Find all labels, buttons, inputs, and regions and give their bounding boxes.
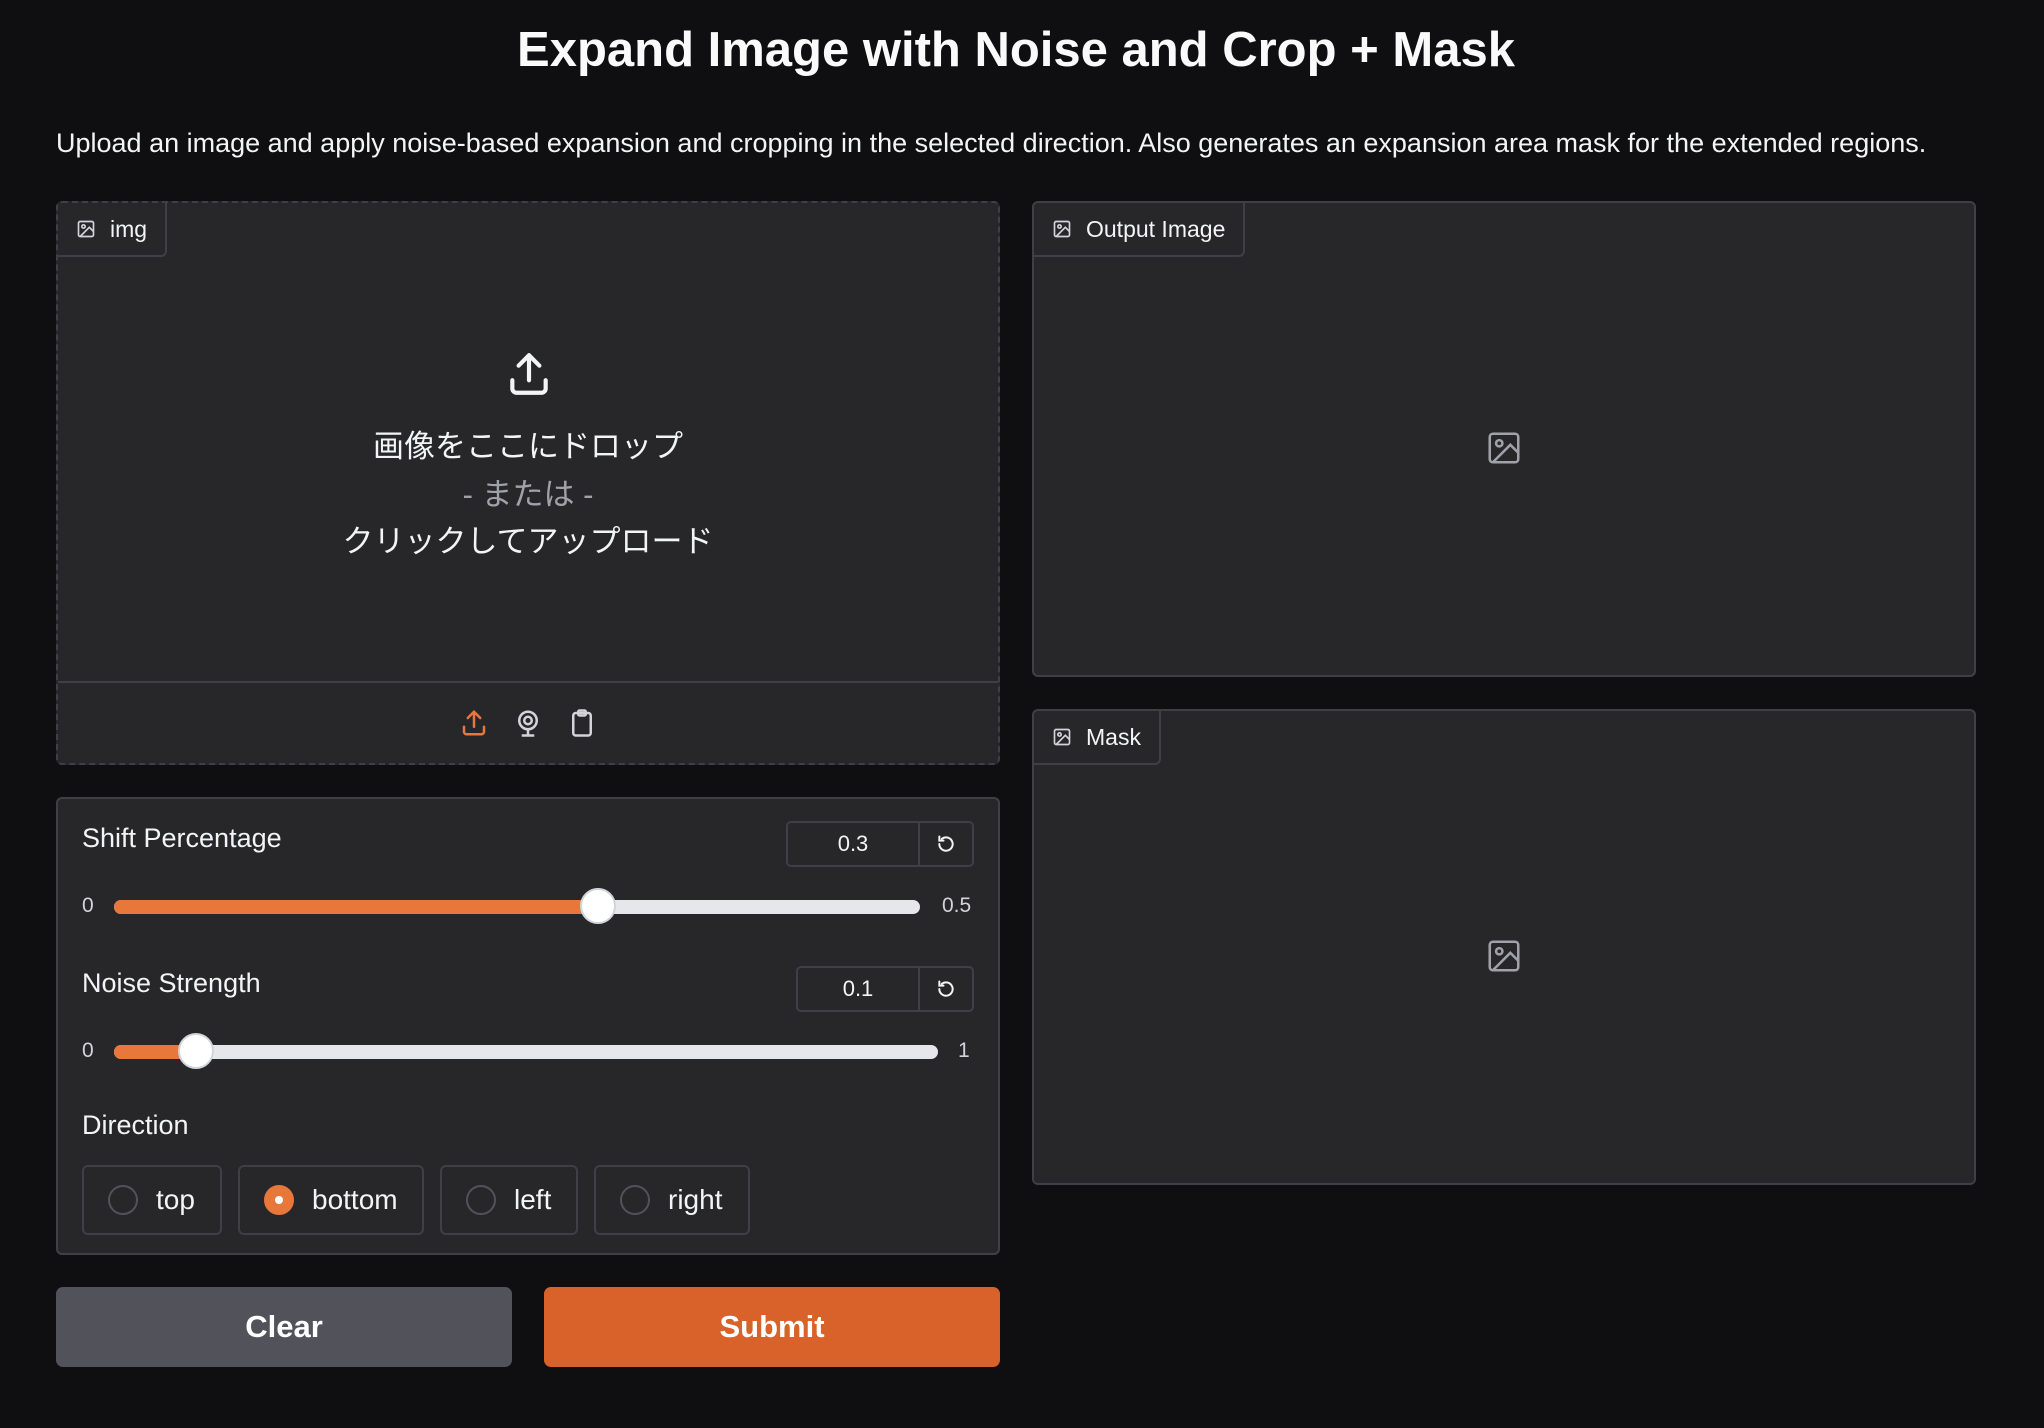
clear-button[interactable]: Clear	[56, 1287, 512, 1367]
click-upload-text: クリックしてアップロード	[342, 524, 714, 559]
shift-percentage-label: Shift Percentage	[82, 823, 282, 853]
shift-percentage-number: 0.3	[786, 821, 974, 867]
image-placeholder-icon	[1488, 940, 1520, 972]
noise-strength-input[interactable]: 0.1	[798, 968, 920, 1010]
page-title: Expand Image with Noise and Crop + Mask	[517, 23, 1515, 77]
source-selector	[58, 681, 998, 763]
reset-icon	[938, 835, 954, 852]
image-icon	[1053, 220, 1071, 238]
radio-indicator[interactable]	[108, 1185, 138, 1215]
direction-label: Direction	[82, 1110, 189, 1140]
noise-strength-slider[interactable]	[114, 1033, 938, 1069]
webcam-icon[interactable]	[512, 707, 544, 739]
shift-min-label: 0	[82, 894, 94, 917]
input-image-tag: img	[58, 203, 168, 257]
direction-option-right[interactable]: right	[594, 1165, 750, 1235]
drop-text: 画像をここにドロップ	[373, 429, 683, 464]
output-image-label: Output Image	[1086, 215, 1226, 242]
image-upload-panel[interactable]: img 画像をここにドロップ - または - クリックしてアップロード	[56, 201, 1000, 765]
noise-max-label: 1	[958, 1039, 970, 1062]
noise-strength-label: Noise Strength	[82, 968, 261, 998]
reset-icon	[938, 980, 954, 997]
image-icon	[1053, 728, 1071, 746]
direction-option-left[interactable]: left	[440, 1165, 578, 1235]
clipboard-icon[interactable]	[566, 707, 598, 739]
mask-image-tag: Mask	[1034, 711, 1161, 765]
radio-label: left	[514, 1184, 552, 1215]
radio-indicator[interactable]	[466, 1185, 496, 1215]
radio-label: bottom	[312, 1184, 398, 1215]
upload-large-icon	[510, 353, 548, 395]
shift-slider-fill	[114, 900, 598, 914]
direction-option-bottom[interactable]: bottom	[238, 1165, 424, 1235]
shift-reset-button[interactable]	[920, 823, 972, 865]
shift-percentage-input[interactable]: 0.3	[788, 823, 920, 865]
output-image-panel: Output Image	[1032, 201, 1976, 677]
submit-button[interactable]: Submit	[544, 1287, 1000, 1367]
direction-option-top[interactable]: top	[82, 1165, 222, 1235]
mask-image-label: Mask	[1086, 723, 1141, 750]
radio-indicator[interactable]	[264, 1185, 294, 1215]
upload-dropzone[interactable]: 画像をここにドロップ - または - クリックしてアップロード	[58, 255, 998, 685]
noise-strength-number: 0.1	[796, 966, 974, 1012]
noise-slider-thumb[interactable]	[178, 1033, 215, 1069]
input-image-label: img	[110, 215, 148, 242]
image-placeholder-icon	[1488, 432, 1520, 464]
radio-indicator[interactable]	[620, 1185, 650, 1215]
shift-slider-thumb[interactable]	[579, 888, 616, 924]
or-text: - または -	[462, 477, 594, 512]
upload-icon[interactable]	[458, 707, 490, 739]
page-description: Upload an image and apply noise-based ex…	[56, 128, 1927, 158]
radio-label: top	[156, 1184, 195, 1215]
shift-max-label: 0.5	[942, 894, 972, 917]
image-icon	[77, 220, 95, 238]
noise-min-label: 0	[82, 1039, 94, 1062]
output-image-tag: Output Image	[1034, 203, 1246, 257]
mask-image-panel: Mask	[1032, 709, 1976, 1185]
radio-label: right	[668, 1184, 723, 1215]
shift-percentage-slider[interactable]	[114, 888, 920, 924]
noise-reset-button[interactable]	[920, 968, 972, 1010]
settings-panel: Shift Percentage 0.3 0 0.5 Noise Strengt…	[56, 797, 1000, 1255]
